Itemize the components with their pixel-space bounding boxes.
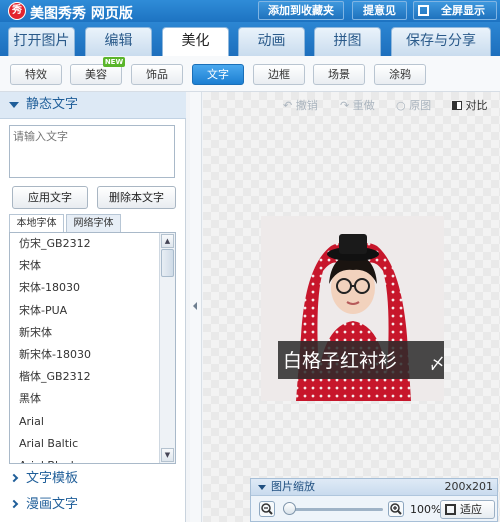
image-size: 200x201	[444, 480, 493, 493]
apply-text-button[interactable]: 应用文字	[12, 186, 88, 209]
font-list: 仿宋_GB2312 宋体 宋体-18030 宋体-PUA 新宋体 新宋体-180…	[9, 232, 176, 464]
text-template-section[interactable]: 文字模板	[0, 466, 186, 491]
zoom-out-icon[interactable]	[259, 501, 275, 517]
zoom-panel-title: 图片缩放	[271, 480, 315, 493]
font-item[interactable]: 仿宋_GB2312	[10, 233, 175, 255]
original-label: 原图	[409, 99, 432, 112]
tab-open-image[interactable]: 打开图片	[8, 27, 75, 56]
undo-label: 撤销	[295, 99, 318, 112]
font-item[interactable]: 宋体	[10, 255, 175, 277]
compare-icon	[452, 101, 462, 110]
canvas-toolbar: ↶ 撤销 ↷ 重做 ○ 原图 对比	[203, 96, 498, 116]
font-item[interactable]: Arial	[10, 411, 175, 433]
font-item[interactable]: 宋体-18030	[10, 277, 175, 299]
text-panel: 静态文字 应用文字 删除本文字 本地字体 网络字体 仿宋_GB2312 宋体 宋…	[0, 92, 186, 522]
static-text-title: 静态文字	[26, 97, 79, 112]
photo-image	[261, 216, 444, 401]
collapse-triangle-icon	[9, 102, 19, 108]
title-bar: 秀 美图秀秀 网页版 添加到收藏夹 提意见 全屏显示	[0, 0, 500, 22]
zoom-percentage: 100%	[410, 503, 442, 516]
redo-icon: ↷	[340, 99, 350, 112]
brush-icon: 〆	[429, 354, 444, 373]
scroll-up-icon[interactable]: ▲	[161, 234, 174, 248]
delete-text-button[interactable]: 删除本文字	[97, 186, 176, 209]
font-item[interactable]: 黑体	[10, 388, 175, 410]
new-badge: NEW	[103, 57, 125, 67]
add-to-favorites-button[interactable]: 添加到收藏夹	[258, 1, 344, 20]
text-template-title: 文字模板	[26, 471, 79, 486]
static-text-header[interactable]: 静态文字	[0, 92, 186, 119]
zoom-panel-header[interactable]: 图片缩放 200x201	[251, 479, 497, 496]
app-logo: 秀	[8, 2, 26, 20]
sub-tab-frame[interactable]: 边框	[253, 64, 305, 85]
edited-photo[interactable]: 白格子红衬衫 〆	[261, 216, 444, 401]
app-title: 美图秀秀 网页版	[30, 6, 133, 22]
sub-tab-bar: 特效 美容 饰品 文字 边框 场景 涂鸦	[0, 56, 500, 92]
collapse-arrow-icon[interactable]	[193, 302, 197, 310]
collapse-triangle-icon	[258, 485, 266, 490]
sub-tab-scene[interactable]: 场景	[313, 64, 365, 85]
tab-local-fonts[interactable]: 本地字体	[9, 214, 64, 233]
zoom-panel: 图片缩放 200x201 100% 适应	[250, 478, 498, 522]
font-item[interactable]: Arial Black	[10, 455, 175, 463]
fullscreen-button[interactable]: 全屏显示	[413, 1, 497, 20]
undo-button[interactable]: ↶ 撤销	[283, 98, 318, 114]
compare-label: 对比	[465, 99, 488, 112]
compare-button[interactable]: 对比	[452, 98, 488, 114]
tab-animation[interactable]: 动画	[238, 27, 305, 56]
fit-icon	[445, 504, 456, 515]
sub-tab-text[interactable]: 文字	[192, 64, 244, 85]
tab-beautify[interactable]: 美化	[162, 27, 229, 57]
scroll-thumb[interactable]	[161, 249, 174, 277]
text-input[interactable]	[9, 125, 175, 178]
photo-caption-text[interactable]: 白格子红衬衫	[283, 346, 397, 373]
tab-edit[interactable]: 编辑	[85, 27, 152, 56]
redo-button[interactable]: ↷ 重做	[340, 98, 375, 114]
circle-icon: ○	[396, 99, 406, 112]
font-item[interactable]: Arial Baltic	[10, 433, 175, 455]
tab-web-fonts[interactable]: 网络字体	[66, 214, 121, 233]
sub-tab-doodle[interactable]: 涂鸦	[374, 64, 426, 85]
original-button[interactable]: ○ 原图	[396, 98, 431, 114]
sub-tab-effects[interactable]: 特效	[10, 64, 62, 85]
comic-text-title: 漫画文字	[26, 497, 79, 512]
panel-divider[interactable]	[190, 92, 202, 522]
font-item[interactable]: 宋体-PUA	[10, 300, 175, 322]
font-item[interactable]: 新宋体	[10, 322, 175, 344]
undo-icon: ↶	[283, 99, 293, 112]
main-tab-bar: 打开图片 编辑 美化 动画 拼图 保存与分享	[0, 22, 500, 57]
sub-tab-beauty[interactable]: 美容	[70, 64, 122, 85]
tab-save-share[interactable]: 保存与分享	[391, 27, 491, 56]
fullscreen-icon	[418, 5, 429, 16]
font-item[interactable]: 楷体_GB2312	[10, 366, 175, 388]
font-item[interactable]: 新宋体-18030	[10, 344, 175, 366]
fullscreen-label: 全屏显示	[441, 4, 485, 17]
sub-tab-accessories[interactable]: 饰品	[131, 64, 183, 85]
font-list-scrollbar[interactable]: ▲ ▼	[159, 233, 175, 463]
comic-text-section[interactable]: 漫画文字	[0, 492, 186, 517]
chevron-right-icon	[9, 499, 19, 509]
tab-collage[interactable]: 拼图	[314, 27, 381, 56]
fit-label: 适应	[460, 503, 482, 516]
feedback-button[interactable]: 提意见	[352, 1, 407, 20]
zoom-in-icon[interactable]	[388, 501, 404, 517]
fit-button[interactable]: 适应	[440, 500, 495, 519]
chevron-right-icon	[9, 473, 19, 483]
redo-label: 重做	[352, 99, 375, 112]
scroll-down-icon[interactable]: ▼	[161, 448, 174, 462]
zoom-slider-knob[interactable]	[283, 502, 296, 515]
zoom-slider-track[interactable]	[288, 508, 383, 511]
